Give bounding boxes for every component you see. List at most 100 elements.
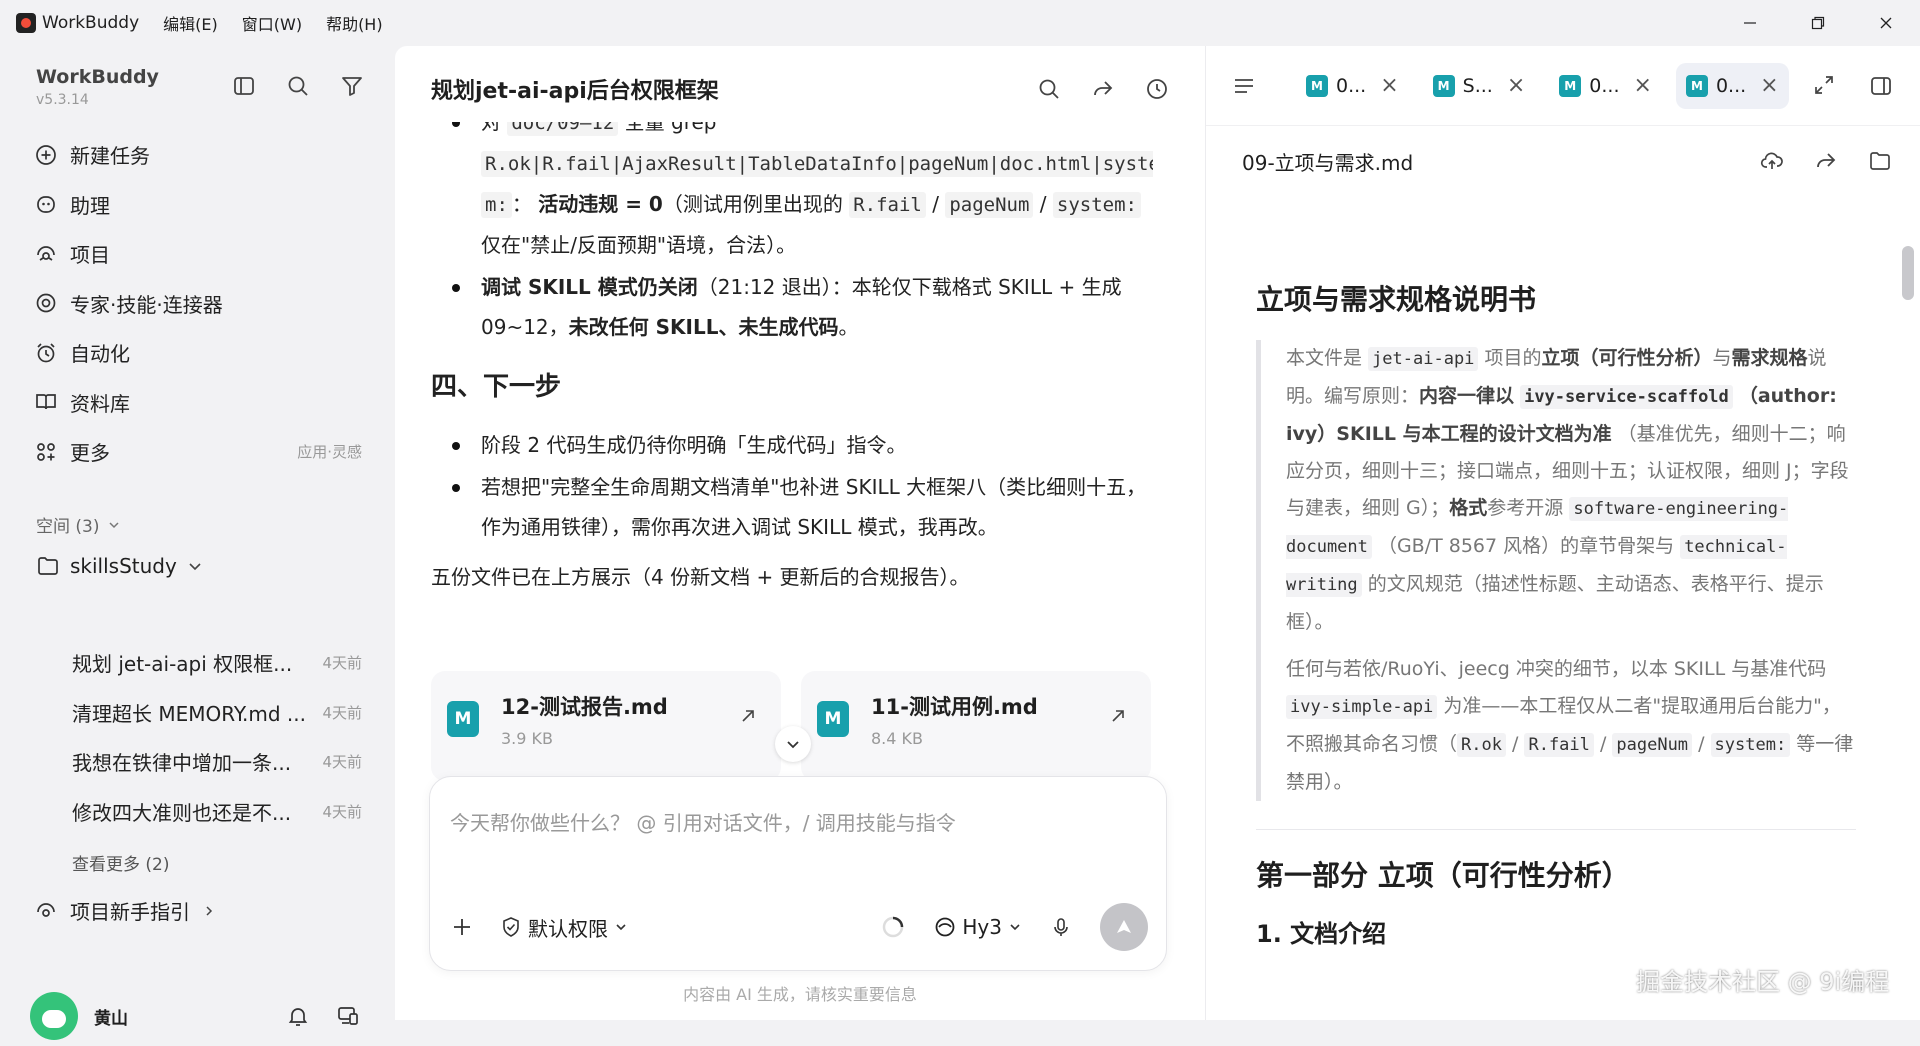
close-icon[interactable]: × [1760,73,1778,98]
permission-dropdown[interactable]: 默认权限 [500,913,628,942]
doc-tab[interactable]: M 0... × [1549,63,1662,109]
search-icon[interactable] [1037,77,1061,101]
nav-experts[interactable]: 专家·技能·连接器 [34,279,374,329]
watermark: 掘金技术社区 @ 9i编程 [1636,968,1890,996]
minimize-button[interactable] [1716,0,1784,46]
chat-panel: 规划jet-ai-api后台权限框架 对 doc/09–12 全量 grep R… [395,46,1205,1020]
share-icon[interactable] [1814,149,1838,173]
scrollbar[interactable] [1902,246,1914,300]
task-item[interactable]: 我想在铁律中增加一条... 4天前 [72,737,362,787]
markdown-file-icon: M [1559,74,1582,97]
open-external-icon[interactable] [739,707,757,725]
chevron-down-icon [614,920,628,934]
doc-file-title: 09-立项与需求.md [1242,150,1414,175]
expand-icon[interactable] [1813,74,1835,98]
model-selector[interactable]: Hy3 [934,915,1022,939]
file-card[interactable]: M 12-测试报告.md 3.9 KB [431,671,781,781]
nav-more[interactable]: 更多 应用·灵感 [34,427,374,477]
message-input[interactable]: 今天帮你做些什么？ @ 引用对话文件，/ 调用技能与指令 [450,807,956,836]
menu-lines-icon[interactable] [1232,74,1256,98]
permission-label: 默认权限 [528,916,608,941]
app-name: WorkBuddy [42,13,140,33]
experts-icon [34,291,70,315]
doc-tab[interactable]: M 0... × [1296,63,1409,109]
avatar[interactable] [30,992,78,1040]
folder-icon[interactable] [1868,149,1892,173]
task-item[interactable]: 规划 jet-ai-api 权限框... 4天前 [72,638,362,688]
task-item[interactable]: 修改四大准则也还是不... 4天前 [72,787,362,837]
task-title: 清理超长 MEMORY.md ... [72,701,306,726]
nav-label: 更多 [70,441,110,466]
share-icon[interactable] [1091,77,1115,101]
bold-text: 立项（可行性分析） [1541,347,1713,369]
text: / [1039,192,1047,216]
alarm-icon [34,341,70,365]
bell-icon[interactable] [286,1004,310,1028]
close-window-button[interactable] [1852,0,1920,46]
tab-label: 0... [1715,74,1747,97]
inline-code: ivy-simple-api [1286,695,1438,719]
doc-h1: 立项与需求规格说明书 [1256,283,1537,316]
task-title: 修改四大准则也还是不... [72,800,292,825]
task-item[interactable]: 清理超长 MEMORY.md ... 4天前 [72,688,362,738]
search-icon[interactable] [286,74,310,98]
add-attachment-icon[interactable] [450,915,474,939]
file-name: 12-测试报告.md [501,695,668,719]
doc-h2: 第一部分 立项（可行性分析） [1256,859,1630,892]
scroll-down-button[interactable] [775,726,811,762]
guide-label: 项目新手指引 [70,900,190,924]
bold-text: 内容一律以 [1419,385,1515,407]
arrow-up-icon [1113,916,1135,938]
devices-icon[interactable] [336,1004,360,1028]
close-icon[interactable]: × [1380,73,1398,98]
message-composer[interactable]: 今天帮你做些什么？ @ 引用对话文件，/ 调用技能与指令 默认权限 Hy3 [429,776,1167,971]
file-size: 3.9 KB [501,729,553,748]
version-label: v5.3.14 [36,92,89,108]
send-button[interactable] [1100,903,1148,951]
close-icon[interactable]: × [1507,73,1525,98]
text: / [1698,733,1705,755]
nav-library[interactable]: 资料库 [34,378,374,428]
text: （测试用例里出现的 [662,192,843,216]
nav-project[interactable]: 项目 [34,229,374,279]
chevron-down-icon [785,736,801,752]
restore-button[interactable] [1784,0,1852,46]
list-item: 阶段 2 代码生成仍待你明确「生成代码」指令。 [431,425,1153,465]
nav-automation[interactable]: 自动化 [34,328,374,378]
close-icon[interactable]: × [1634,73,1652,98]
nav-new-task[interactable]: 新建任务 [34,130,374,180]
view-more-link[interactable]: 查看更多 (2) [72,850,362,875]
inline-code: R.ok|R.fail|AjaxResult|TableDataInfo|pag… [481,151,1153,177]
summary-text: 五份文件已在上方展示（4 份新文档 + 更新后的合规报告）。 [431,565,970,589]
menu-help[interactable]: 帮助(H) [326,11,383,35]
project-icon [34,899,58,923]
project-guide-link[interactable]: 项目新手指引 [34,896,216,925]
doc-tab-active[interactable]: M 0... × [1675,62,1789,109]
microphone-icon[interactable] [1050,916,1072,938]
open-external-icon[interactable] [1109,707,1127,725]
list-item: 若想把"完整全生命周期文档清单"也补进 SKILL 大框架八（类比细则十五，作为… [431,467,1153,547]
loading-spinner-icon [880,914,906,940]
upload-cloud-icon[interactable] [1760,149,1784,173]
history-icon[interactable] [1145,77,1169,101]
file-card[interactable]: M 11-测试用例.md 8.4 KB [801,671,1151,781]
filter-icon[interactable] [340,74,364,98]
list-item: 对 doc/09–12 全量 grep R.ok|R.fail|AjaxResu… [431,122,1153,265]
doc-tabbar: M 0... × M S... × M 0... × M 0... × [1206,46,1920,126]
inline-code: jet-ai-api [1368,347,1479,371]
doc-tab[interactable]: M S... × [1423,63,1536,109]
toggle-sidebar-icon[interactable] [232,74,256,98]
folder-skillsstudy[interactable]: skillsStudy [36,554,203,578]
divider [1256,829,1856,830]
inline-code: system: [1052,192,1141,218]
bold-text: 调试 SKILL 模式仍关闭 [481,275,698,299]
menu-window[interactable]: 窗口(W) [242,11,302,35]
space-toggle[interactable]: 空间 (3) [36,512,121,537]
inline-code: R.fail [1524,733,1594,757]
panel-toggle-icon[interactable] [1869,74,1893,98]
menu-edit[interactable]: 编辑(E) [163,11,218,35]
doc-h3: 1. 文档介绍 [1256,920,1387,948]
markdown-file-icon: M [1685,74,1708,97]
markdown-file-icon: M [1432,74,1455,97]
nav-assistant[interactable]: 助理 [34,180,374,230]
